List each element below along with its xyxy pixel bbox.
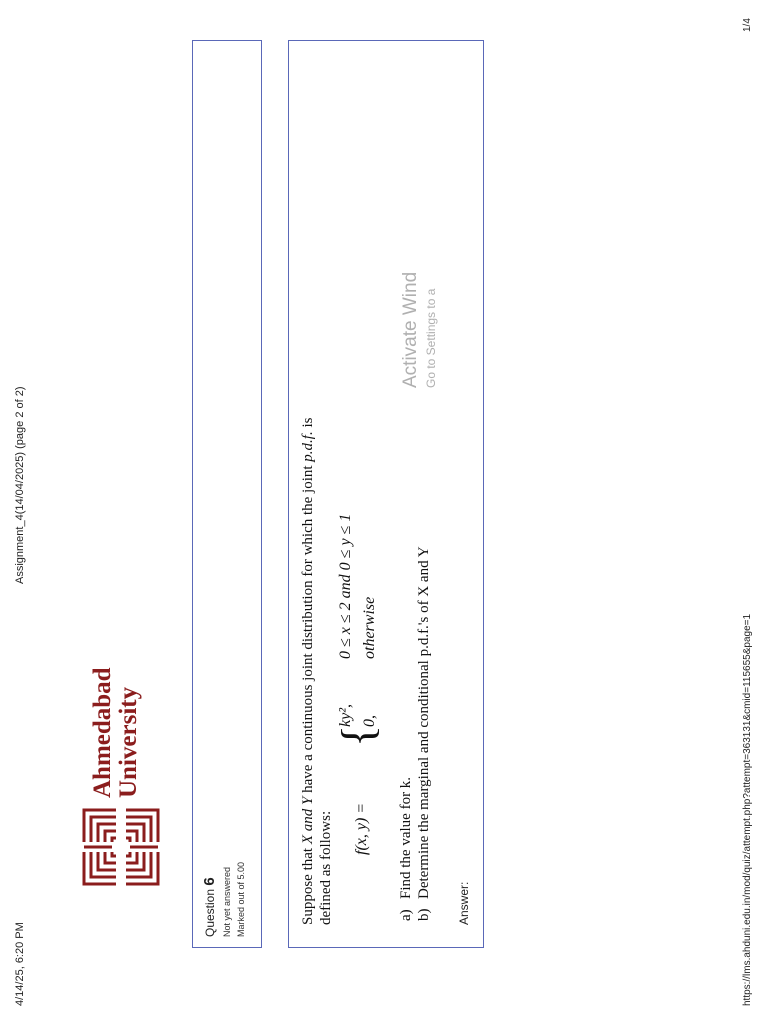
part-a: a) Find the value for k.	[397, 546, 415, 921]
question-marks: Marked out of 5.00	[236, 861, 246, 937]
print-datetime: 4/14/25, 6:20 PM	[14, 922, 26, 1006]
question-info-box: Question 6 Not yet answered Marked out o…	[192, 40, 262, 948]
question-heading: Question 6	[201, 51, 218, 937]
intro-pdf: p.d.f.	[300, 431, 316, 462]
logo-line-2: University	[115, 686, 142, 798]
activation-watermark: Activate Wind Go to Settings to a	[400, 272, 438, 388]
formula-brace: {	[332, 724, 383, 747]
intro-text-3: is	[300, 417, 316, 432]
part-b-text: Determine the marginal and conditional p…	[416, 546, 432, 899]
question-label: Question	[203, 888, 217, 937]
intro-variables: X and Y	[300, 796, 316, 845]
watermark-line-1: Activate Wind	[400, 271, 421, 388]
answer-label: Answer:	[457, 881, 471, 925]
case-2-value: 0,	[361, 715, 378, 727]
question-status: Not yet answered	[222, 866, 232, 937]
question-number: 6	[201, 877, 218, 886]
logo-line-1: Ahmedabad	[89, 667, 116, 798]
print-title: Assignment_4(14/04/2025) (page 2 of 2)	[14, 386, 26, 584]
chevron-down-icon[interactable]	[281, 0, 323, 15]
case-1-condition: 0 ≤ x ≤ 2 and 0 ≤ y ≤ 1	[337, 513, 354, 659]
case-2-condition: otherwise	[361, 596, 378, 659]
part-b: b) Determine the marginal and conditional…	[415, 546, 433, 921]
part-b-label: b)	[416, 908, 432, 922]
formula-lhs: f(x, y) =	[353, 802, 370, 855]
print-url: https://lms.ahduni.edu.in/mod/quiz/attem…	[742, 613, 753, 1006]
question-content-box: Suppose that X and Y have a continuous j…	[281, 0, 484, 948]
logo-mark-icon	[82, 808, 160, 886]
intro-line-2: defined as follows:	[318, 810, 334, 925]
part-a-label: a)	[398, 909, 414, 921]
intro-text-2: have a continuous joint distribution for…	[300, 461, 316, 797]
university-logo: Ahmedabad University	[82, 636, 160, 886]
question-parts: a) Find the value for k. b) Determine the …	[397, 546, 433, 921]
part-a-text: Find the value for k.	[398, 776, 414, 899]
watermark-line-2: Go to Settings to a	[424, 288, 438, 388]
question-text: Suppose that X and Y have a continuous j…	[299, 418, 335, 926]
printed-page: 4/14/25, 6:20 PM Assignment_4(14/04/2025…	[0, 0, 768, 1024]
print-page-number: 1/4	[742, 18, 753, 32]
intro-text-1: Suppose that	[300, 844, 316, 925]
case-1-value: ky²,	[337, 704, 354, 727]
